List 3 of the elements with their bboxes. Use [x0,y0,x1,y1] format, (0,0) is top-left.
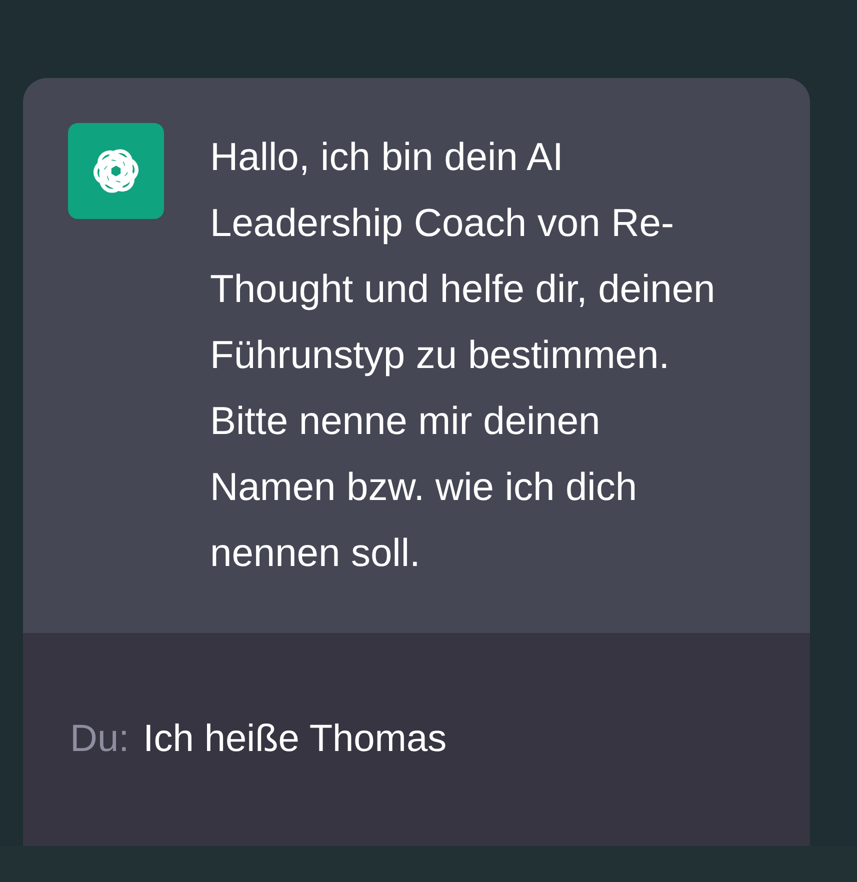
message-text: Hallo, ich bin dein AI Leadership Coach von Re-Thought und helfe dir, deinen Führunstyp zu bestimmen. Bitte nenne mir deinen Namen bzw. wie ich dich nennen soll. [210,135,716,577]
reply-text: Ich heiße Thomas [143,717,447,762]
reply-prefix: Du: [70,717,130,762]
